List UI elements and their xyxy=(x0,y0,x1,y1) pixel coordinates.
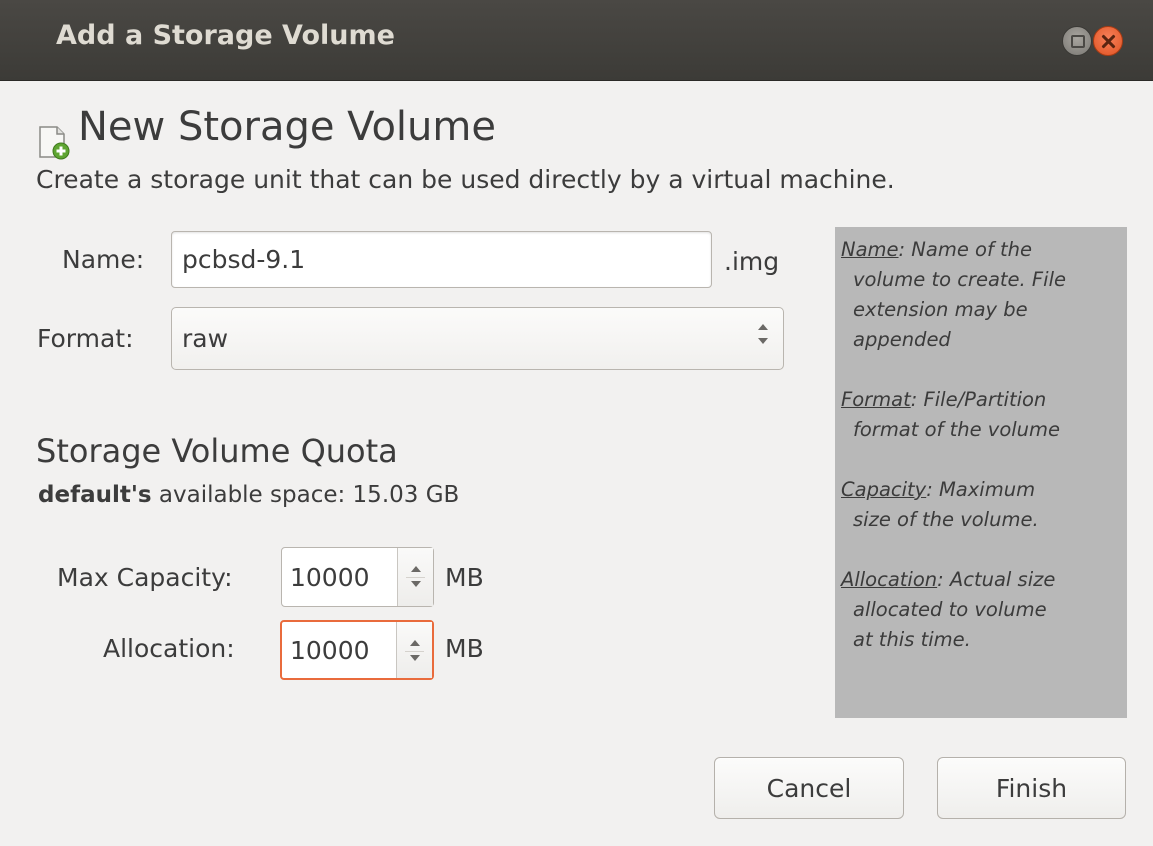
decrement-icon[interactable] xyxy=(409,655,420,661)
help-name-text: appended xyxy=(853,328,951,351)
help-capacity-key: Capacity xyxy=(841,478,927,501)
help-name: Name: Name of the volume to create. File… xyxy=(841,235,1121,355)
increment-icon[interactable] xyxy=(409,640,420,646)
help-panel: Name: Name of the volume to create. File… xyxy=(835,227,1127,718)
help-format-text: : File/Partition xyxy=(910,388,1047,411)
help-format: Format: File/Partition format of the vol… xyxy=(841,385,1121,445)
increment-icon[interactable] xyxy=(410,566,421,572)
help-format-key: Format xyxy=(841,388,911,411)
close-button[interactable] xyxy=(1093,26,1123,56)
help-allocation-text: : Actual size xyxy=(937,568,1056,591)
format-select-value: raw xyxy=(182,324,229,353)
format-select[interactable]: raw xyxy=(171,307,784,370)
page-title: New Storage Volume xyxy=(78,104,496,150)
name-label: Name: xyxy=(62,245,145,274)
help-name-text: volume to create. File xyxy=(853,268,1066,291)
name-field-value: pcbsd-9.1 xyxy=(182,245,306,274)
window-title: Add a Storage Volume xyxy=(56,20,395,51)
decrement-icon[interactable] xyxy=(410,581,421,587)
help-name-key: Name xyxy=(841,238,899,261)
allocation-label: Allocation: xyxy=(103,634,235,663)
available-space-text: available space: 15.03 GB xyxy=(158,482,460,508)
help-format-text: format of the volume xyxy=(853,418,1061,441)
max-capacity-unit: MB xyxy=(445,563,484,592)
help-name-text: : Name of the xyxy=(898,238,1033,261)
pool-name: default's xyxy=(38,482,152,508)
help-name-text: extension may be xyxy=(853,298,1028,321)
max-capacity-spinner[interactable]: 10000 xyxy=(281,547,434,607)
allocation-spinner[interactable]: 10000 xyxy=(280,620,434,680)
help-capacity: Capacity: Maximum size of the volume. xyxy=(841,475,1121,535)
help-capacity-text: size of the volume. xyxy=(853,508,1039,531)
title-bar: Add a Storage Volume xyxy=(0,0,1153,81)
finish-button[interactable]: Finish xyxy=(937,757,1126,819)
page-subtitle: Create a storage unit that can be used d… xyxy=(36,165,895,194)
new-volume-icon xyxy=(39,126,70,160)
cancel-button[interactable]: Cancel xyxy=(714,757,904,819)
max-capacity-value[interactable]: 10000 xyxy=(282,548,397,606)
help-allocation-key: Allocation xyxy=(841,568,938,591)
allocation-value[interactable]: 10000 xyxy=(282,622,396,678)
max-capacity-label: Max Capacity: xyxy=(57,563,233,592)
name-field[interactable]: pcbsd-9.1 xyxy=(171,231,712,288)
name-suffix: .img xyxy=(724,247,780,276)
maximize-button[interactable] xyxy=(1062,26,1092,56)
max-capacity-stepper[interactable] xyxy=(396,548,433,606)
help-allocation: Allocation: Actual size allocated to vol… xyxy=(841,565,1121,655)
help-allocation-text: at this time. xyxy=(853,628,971,651)
help-allocation-text: allocated to volume xyxy=(853,598,1047,621)
chevron-updown-icon xyxy=(757,324,769,354)
allocation-unit: MB xyxy=(445,634,484,663)
available-space: default's available space: 15.03 GB xyxy=(38,482,459,508)
quota-section-title: Storage Volume Quota xyxy=(36,432,398,470)
allocation-stepper[interactable] xyxy=(395,622,432,678)
format-label: Format: xyxy=(37,324,134,353)
help-capacity-text: : Maximum xyxy=(926,478,1036,501)
